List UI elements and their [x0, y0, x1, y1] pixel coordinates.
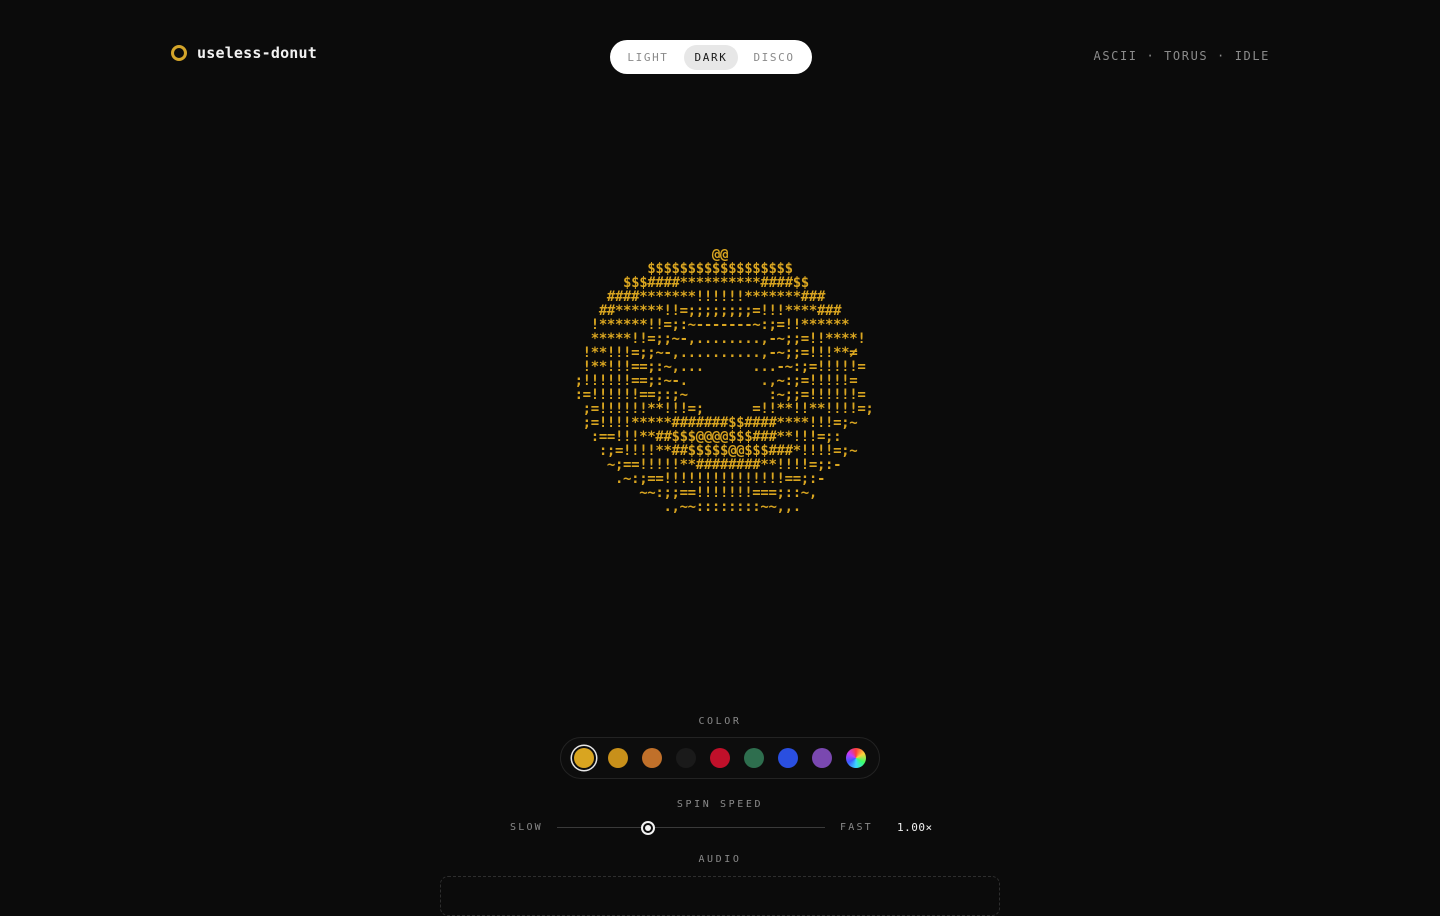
audio-drop-zone[interactable]: [440, 876, 1000, 916]
theme-option-light[interactable]: LIGHT: [616, 45, 679, 70]
theme-option-disco[interactable]: DISCO: [742, 45, 805, 70]
color-swatch[interactable]: [676, 748, 696, 768]
speed-slider-thumb[interactable]: [641, 821, 656, 835]
brand-name: useless-donut: [197, 44, 317, 62]
spin-speed-label: SPIN SPEED: [676, 799, 764, 810]
color-swatch-group: [560, 737, 880, 779]
donut-canvas: @@ $$$$$$$$$$$$$$$$$$ $$$####**********#…: [0, 248, 1440, 514]
color-swatch[interactable]: [710, 748, 730, 768]
theme-toggle: LIGHT DARK DISCO: [610, 40, 812, 74]
theme-option-dark[interactable]: DARK: [683, 44, 739, 70]
audio-label: AUDIO: [698, 854, 742, 865]
color-swatch[interactable]: [574, 748, 594, 768]
donut-logo-icon: [171, 45, 187, 61]
brand[interactable]: useless-donut: [171, 44, 317, 62]
ascii-donut: @@ $$$$$$$$$$$$$$$$$$ $$$####**********#…: [574, 247, 874, 515]
color-swatch[interactable]: [744, 748, 764, 768]
color-swatch[interactable]: [812, 748, 832, 768]
speed-min-label: SLOW: [510, 822, 543, 833]
speed-value: 1.00×: [897, 821, 933, 834]
speed-slider-track[interactable]: [557, 821, 825, 835]
color-swatch[interactable]: [642, 748, 662, 768]
mode-meta: ASCII · TORUS · IDLE: [1093, 49, 1270, 63]
color-swatch[interactable]: [778, 748, 798, 768]
speed-max-label: FAST: [840, 822, 873, 833]
spin-speed-control: SLOW FAST 1.00×: [510, 820, 940, 836]
color-swatch-rainbow[interactable]: [846, 748, 866, 768]
color-swatch[interactable]: [608, 748, 628, 768]
color-label: COLOR: [698, 716, 742, 727]
